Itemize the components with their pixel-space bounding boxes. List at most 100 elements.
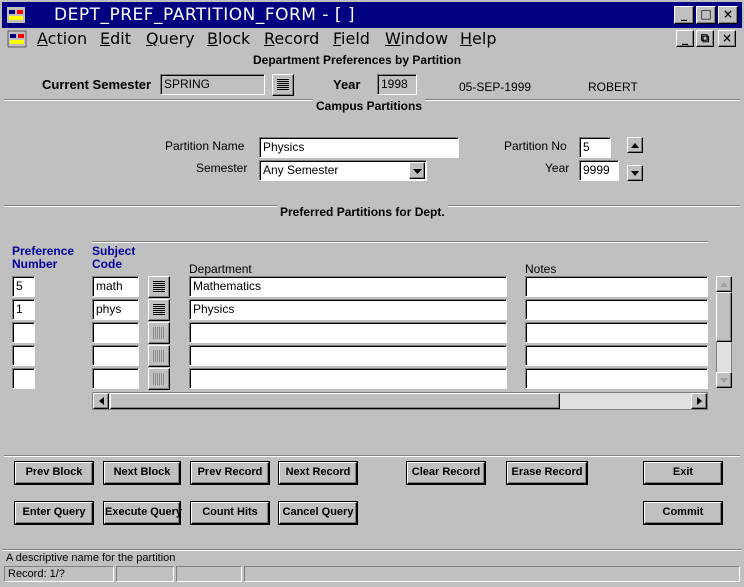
department-input[interactable]	[189, 368, 507, 389]
header-year-field[interactable]: 1998	[377, 74, 417, 95]
pref-number-input[interactable]: 5	[12, 276, 35, 297]
subject-lov-button[interactable]	[148, 345, 170, 367]
menu-window[interactable]: Window	[385, 29, 448, 48]
campus-scroll-track[interactable]	[627, 153, 643, 165]
horizontal-scrollbar[interactable]	[92, 392, 708, 410]
department-input[interactable]	[189, 345, 507, 366]
partition-name-input[interactable]: Physics	[259, 137, 459, 158]
menu-query[interactable]: Query	[146, 29, 195, 48]
current-semester-field[interactable]: SPRING	[160, 74, 265, 95]
subject-lov-button[interactable]	[148, 368, 170, 390]
subject-code-input[interactable]: math	[92, 276, 139, 297]
prev-record-button[interactable]: Prev Record	[191, 462, 269, 484]
subject-code-input[interactable]	[92, 322, 139, 343]
campus-scroll-up-button[interactable]	[627, 137, 643, 153]
arrow-right-icon	[697, 397, 702, 405]
arrow-left-icon	[99, 397, 104, 405]
campus-scroll-down-button[interactable]	[627, 165, 643, 181]
menu-help[interactable]: Help	[460, 29, 496, 48]
list-icon	[153, 350, 165, 362]
separator	[2, 549, 742, 551]
doc-minimize-button[interactable]: _	[676, 30, 694, 47]
arrow-up-icon	[720, 282, 728, 287]
semester-dropdown-button[interactable]	[409, 162, 425, 179]
scroll-right-button[interactable]	[691, 393, 707, 409]
doc-restore-button[interactable]: ⧉	[696, 30, 714, 47]
scroll-down-button[interactable]	[716, 372, 732, 388]
menu-field[interactable]: Field	[333, 29, 370, 48]
oracle-forms-app-icon[interactable]	[6, 5, 26, 25]
subject-lov-button[interactable]	[148, 276, 170, 298]
column-header-separator	[92, 241, 708, 243]
menu-block[interactable]: Block	[207, 29, 250, 48]
campus-year-label: Year	[545, 161, 570, 175]
subject-code-input[interactable]	[92, 368, 139, 389]
document-icon[interactable]	[7, 29, 27, 49]
scroll-up-button[interactable]	[716, 276, 732, 292]
menu-edit[interactable]: Edit	[100, 29, 131, 48]
vertical-scrollbar[interactable]	[716, 276, 732, 388]
subject-code-input[interactable]: phys	[92, 299, 139, 320]
form-title: Department Preferences by Partition	[253, 53, 462, 67]
status-cell	[244, 566, 740, 582]
pref-number-input[interactable]	[12, 368, 35, 389]
status-record: Record: 1/?	[4, 566, 114, 582]
doc-close-button[interactable]: ×	[718, 30, 736, 47]
notes-input[interactable]	[525, 345, 708, 366]
department-input[interactable]: Mathematics	[189, 276, 507, 297]
maximize-button[interactable]: □	[696, 6, 716, 24]
commit-button[interactable]: Commit	[644, 502, 722, 524]
status-cell	[116, 566, 174, 582]
subject-lov-button[interactable]	[148, 299, 170, 321]
status-cell	[176, 566, 242, 582]
semester-label: Semester	[196, 161, 248, 175]
list-icon	[153, 373, 165, 385]
pref-number-input[interactable]	[12, 345, 35, 366]
menu-action[interactable]: Action	[37, 29, 87, 48]
current-user: ROBERT	[588, 80, 638, 94]
minimize-button[interactable]: _	[674, 6, 694, 24]
department-input[interactable]: Physics	[189, 299, 507, 320]
list-icon	[277, 79, 289, 91]
notes-input[interactable]	[525, 299, 708, 320]
vertical-scroll-thumb[interactable]	[716, 292, 732, 342]
arrow-up-icon	[631, 143, 639, 148]
notes-input[interactable]	[525, 368, 708, 389]
list-icon	[153, 327, 165, 339]
enter-query-button[interactable]: Enter Query	[15, 502, 93, 524]
menu-bar: Action Edit Query Block Record Field Win…	[2, 28, 742, 50]
notes-input[interactable]	[525, 322, 708, 343]
col-preference-line2: Number	[12, 257, 58, 271]
pref-number-input[interactable]: 1	[12, 299, 35, 320]
clear-record-button[interactable]: Clear Record	[407, 462, 485, 484]
prev-block-button[interactable]: Prev Block	[15, 462, 93, 484]
subject-lov-button[interactable]	[148, 322, 170, 344]
chevron-down-icon	[413, 169, 422, 174]
erase-record-button[interactable]: Erase Record	[507, 462, 587, 484]
preferred-section-title: Preferred Partitions for Dept.	[277, 205, 448, 219]
next-block-button[interactable]: Next Block	[104, 462, 180, 484]
subject-code-input[interactable]	[92, 345, 139, 366]
title-bar[interactable]: DEPT_PREF_PARTITION_FORM - [ ] _ □ ×	[2, 2, 742, 28]
semester-lov-button[interactable]	[272, 74, 294, 96]
semester-select-value: Any Semester	[263, 163, 339, 177]
department-input[interactable]	[189, 322, 507, 343]
semester-select[interactable]: Any Semester	[259, 160, 427, 181]
exit-button[interactable]: Exit	[644, 462, 722, 484]
separator	[4, 455, 740, 457]
next-record-button[interactable]: Next Record	[279, 462, 357, 484]
partition-no-input[interactable]: 5	[579, 137, 611, 158]
pref-number-input[interactable]	[12, 322, 35, 343]
notes-input[interactable]	[525, 276, 708, 297]
cancel-query-button[interactable]: Cancel Query	[279, 502, 357, 524]
list-icon	[153, 304, 165, 316]
campus-section-title: Campus Partitions	[313, 99, 426, 113]
menu-record[interactable]: Record	[264, 29, 319, 48]
arrow-down-icon	[720, 378, 728, 383]
close-button[interactable]: ×	[718, 6, 738, 24]
campus-year-input[interactable]: 9999	[579, 160, 619, 181]
horizontal-scroll-thumb[interactable]	[110, 393, 560, 409]
count-hits-button[interactable]: Count Hits	[191, 502, 269, 524]
scroll-left-button[interactable]	[93, 393, 109, 409]
execute-query-button[interactable]: Execute Query	[104, 502, 182, 524]
